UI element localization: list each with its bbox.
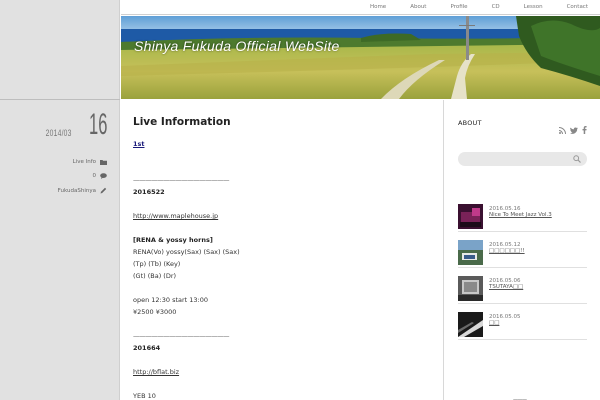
- recent-post-item[interactable]: 2016.05.06 TSUTAYA□□: [458, 276, 587, 304]
- event-date: 201664: [133, 344, 161, 352]
- post-line: [133, 150, 433, 162]
- nav-item-about[interactable]: About: [398, 0, 438, 15]
- comment-count[interactable]: 0: [93, 173, 97, 179]
- live-heading-1st[interactable]: 1st: [133, 138, 433, 150]
- sidebar-divider: [0, 99, 120, 100]
- band-name: [RENA & yossy horns]: [133, 236, 213, 244]
- post-body: 1st ———————————————— 2016522 http://www.…: [133, 138, 433, 400]
- main-content: Live Information 1st ———————————————— 20…: [121, 100, 444, 400]
- post-line: [133, 162, 433, 174]
- site-title[interactable]: Shinya Fukuda Official WebSite: [134, 38, 340, 54]
- event-price: ¥2500 ¥3000: [133, 308, 177, 316]
- event-date: 2016522: [133, 188, 165, 196]
- recent-post-title[interactable]: □□□□□□!!: [489, 248, 525, 254]
- post-author[interactable]: FukudaShinya: [58, 187, 107, 194]
- venue-link[interactable]: http://bflat.biz: [133, 366, 433, 378]
- banner-landscape-image: [121, 16, 600, 99]
- recent-post-thumbnail[interactable]: [458, 204, 483, 229]
- recent-post-title[interactable]: Nice To Meet Jazz Vol.3: [489, 212, 552, 218]
- search-input[interactable]: [458, 152, 587, 166]
- folder-icon: [100, 160, 107, 165]
- post-title: Live Information: [133, 116, 231, 128]
- twitter-icon[interactable]: [570, 119, 578, 138]
- post-category[interactable]: Live Info: [73, 159, 107, 165]
- social-links: [555, 119, 587, 138]
- post-date-day: 16: [88, 108, 107, 141]
- left-sidebar: 2014/03 16 Live Info 0 FukudaShinya: [0, 0, 120, 400]
- header-banner[interactable]: Shinya Fukuda Official WebSite: [121, 16, 600, 99]
- nav-item-home[interactable]: Home: [358, 0, 398, 15]
- post-line: [133, 282, 433, 294]
- recent-post-item[interactable]: 2016.05.16 Nice To Meet Jazz Vol.3: [458, 204, 587, 232]
- post-category-label[interactable]: Live Info: [73, 159, 96, 165]
- nav-item-profile[interactable]: Profile: [438, 0, 479, 15]
- nav-item-contact[interactable]: Contact: [555, 0, 600, 15]
- recent-post-title[interactable]: TSUTAYA□□: [489, 284, 523, 290]
- search-icon[interactable]: [573, 155, 581, 163]
- post-line: [133, 318, 433, 330]
- post-line: [133, 378, 433, 390]
- venue-link[interactable]: http://www.maplehouse.jp: [133, 210, 433, 222]
- recent-post-thumbnail[interactable]: [458, 276, 483, 301]
- event-time: open 12:30 start 13:00: [133, 296, 209, 304]
- top-navigation: Home About Profile CD Lesson Contact: [121, 0, 600, 15]
- post-line: YEB 10: [133, 392, 156, 400]
- post-date: 2014/03 16: [37, 108, 107, 141]
- divider-line: ————————————————: [133, 176, 230, 184]
- nav-item-cd[interactable]: CD: [480, 0, 512, 15]
- facebook-icon[interactable]: [582, 119, 587, 138]
- author-name[interactable]: FukudaShinya: [58, 188, 96, 194]
- post-line: [133, 222, 433, 234]
- right-sidebar: ABOUT 2016.05.16 Nice To Meet Jazz Vol.3…: [445, 100, 600, 400]
- pencil-icon: [100, 187, 107, 194]
- recent-post-item[interactable]: 2016.05.12 □□□□□□!!: [458, 240, 587, 268]
- recent-post-title[interactable]: □□: [489, 320, 499, 326]
- post-line: [133, 198, 433, 210]
- about-heading[interactable]: ABOUT: [458, 119, 482, 127]
- nav-item-lesson[interactable]: Lesson: [512, 0, 555, 15]
- post-comments[interactable]: 0: [93, 173, 108, 179]
- post-line: [133, 354, 433, 366]
- recent-post-thumbnail[interactable]: [458, 240, 483, 265]
- post-date-year-month: 2014/03: [45, 128, 72, 138]
- comment-icon: [100, 173, 107, 179]
- recent-post-item[interactable]: 2016.05.05 □□: [458, 312, 587, 340]
- rss-icon[interactable]: [559, 119, 566, 138]
- recent-post-thumbnail[interactable]: [458, 312, 483, 337]
- lineup-line: RENA(Vo) yossy(Sax) (Sax) (Sax): [133, 248, 240, 256]
- lineup-line: (Tp) (Tb) (Key): [133, 260, 181, 268]
- lineup-line: (Gt) (Ba) (Dr): [133, 272, 177, 280]
- divider-line: ————————————————: [133, 332, 230, 340]
